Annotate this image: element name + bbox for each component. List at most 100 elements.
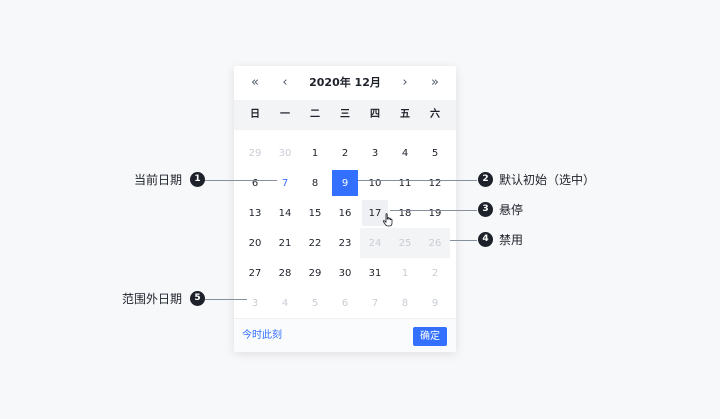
day-number: 31: [368, 267, 382, 279]
day-number: 8: [401, 297, 409, 309]
day-cell-normal[interactable]: 21: [270, 228, 300, 258]
day-cell-normal[interactable]: 11: [390, 168, 420, 198]
day-cell-normal[interactable]: 28: [270, 258, 300, 288]
day-number: 5: [311, 297, 319, 309]
day-cell-normal[interactable]: 10: [360, 168, 390, 198]
callout-line-2: [358, 180, 477, 181]
day-number: 20: [248, 237, 262, 249]
day-number: 27: [248, 267, 262, 279]
callout-line-3: [390, 210, 477, 211]
weekday-label: 六: [430, 109, 440, 120]
calendar-title[interactable]: 2020年 12月: [284, 75, 406, 91]
week-row: 3 4 5 6 7 8 9: [240, 288, 450, 318]
hand-pointer-icon: [382, 213, 393, 227]
day-number: 25: [398, 237, 412, 249]
day-cell-normal[interactable]: 16: [330, 198, 360, 228]
day-cell-other[interactable]: 6: [330, 288, 360, 318]
day-cell-normal[interactable]: 15: [300, 198, 330, 228]
day-cell-normal[interactable]: 23: [330, 228, 360, 258]
day-cell-normal[interactable]: 8: [300, 168, 330, 198]
day-number: 9: [431, 297, 439, 309]
day-cell-normal[interactable]: 6: [240, 168, 270, 198]
confirm-button[interactable]: 确定: [413, 327, 447, 346]
day-number: 1: [401, 267, 409, 279]
callout-badge-2: 2: [478, 172, 493, 187]
day-cell-other[interactable]: 4: [270, 288, 300, 318]
day-cell-normal[interactable]: 12: [420, 168, 450, 198]
day-cell-normal[interactable]: 22: [300, 228, 330, 258]
day-cell-disabled: 24: [360, 228, 390, 258]
day-cell-selected[interactable]: 9: [330, 168, 360, 198]
day-cell-normal[interactable]: 2: [330, 138, 360, 168]
day-cell-other[interactable]: 3: [240, 288, 270, 318]
day-number: 22: [308, 237, 322, 249]
day-cell-normal[interactable]: 30: [330, 258, 360, 288]
next-month-icon[interactable]: ›: [396, 74, 414, 92]
week-row: 6 7 8 9 10 11 12: [240, 168, 450, 198]
callout-line-5: [205, 299, 247, 300]
day-number: 1: [311, 147, 319, 159]
day-number: 29: [248, 147, 262, 159]
day-cell-other[interactable]: 1: [390, 258, 420, 288]
day-cell-other[interactable]: 29: [240, 138, 270, 168]
callout-label-disabled: 禁用: [499, 233, 524, 247]
now-link[interactable]: 今时此刻: [242, 329, 282, 343]
day-number: 29: [308, 267, 322, 279]
callout-label-today: 当前日期: [134, 173, 183, 187]
callout-line-1: [205, 180, 277, 181]
day-number: 8: [311, 177, 319, 189]
weekday-label: 一: [280, 109, 290, 120]
day-cell-normal[interactable]: 27: [240, 258, 270, 288]
day-cell-other[interactable]: 8: [390, 288, 420, 318]
day-cell-other[interactable]: 7: [360, 288, 390, 318]
day-cell-normal[interactable]: 4: [390, 138, 420, 168]
day-number: 7: [281, 177, 289, 189]
weekday-label: 四: [370, 109, 380, 120]
day-number: 30: [278, 147, 292, 159]
day-cell-other[interactable]: 2: [420, 258, 450, 288]
day-cell-normal[interactable]: 29: [300, 258, 330, 288]
week-row: 29 30 1 2 3 4 5: [240, 138, 450, 168]
day-number: 2: [431, 267, 439, 279]
day-number: 14: [278, 207, 292, 219]
day-cell-other[interactable]: 30: [270, 138, 300, 168]
day-cell-normal[interactable]: 31: [360, 258, 390, 288]
day-number: 7: [371, 297, 379, 309]
day-number: 3: [251, 297, 259, 309]
next-year-icon[interactable]: »: [426, 74, 444, 92]
callout-badge-3: 3: [478, 202, 493, 217]
day-number: 30: [338, 267, 352, 279]
day-cell-other[interactable]: 9: [420, 288, 450, 318]
day-cell-normal[interactable]: 14: [270, 198, 300, 228]
day-cell-normal[interactable]: 1: [300, 138, 330, 168]
day-cell-other[interactable]: 5: [300, 288, 330, 318]
prev-year-icon[interactable]: «: [246, 74, 264, 92]
weekday-header: 日 一 二 三 四 五 六: [234, 100, 456, 130]
day-number: 2: [341, 147, 349, 159]
day-number: 4: [281, 297, 289, 309]
day-number: 28: [278, 267, 292, 279]
day-cell-normal[interactable]: 5: [420, 138, 450, 168]
day-number: 13: [248, 207, 262, 219]
day-number: 15: [308, 207, 322, 219]
callout-badge-1: 1: [190, 172, 205, 187]
week-row: 13 14 15 16 17 18 19: [240, 198, 450, 228]
day-cell-normal[interactable]: 19: [420, 198, 450, 228]
weekday-label: 二: [310, 109, 320, 120]
calendar-header: « ‹ 2020年 12月 › »: [234, 66, 456, 100]
calendar-footer: 今时此刻 确定: [234, 318, 456, 352]
week-row: 27 28 29 30 31 1 2: [240, 258, 450, 288]
day-number: 9: [332, 170, 358, 196]
day-cell-normal[interactable]: 3: [360, 138, 390, 168]
callout-badge-4: 4: [478, 232, 493, 247]
day-number: 21: [278, 237, 292, 249]
callout-badge-5: 5: [190, 291, 205, 306]
day-cell-today[interactable]: 7: [270, 168, 300, 198]
day-cell-normal[interactable]: 13: [240, 198, 270, 228]
day-cell-normal[interactable]: 20: [240, 228, 270, 258]
callout-label-default-selected: 默认初始（选中）: [499, 173, 596, 187]
day-cell-normal[interactable]: 18: [390, 198, 420, 228]
day-number: 6: [341, 297, 349, 309]
weekday-label: 三: [340, 109, 350, 120]
callout-line-4: [450, 240, 477, 241]
